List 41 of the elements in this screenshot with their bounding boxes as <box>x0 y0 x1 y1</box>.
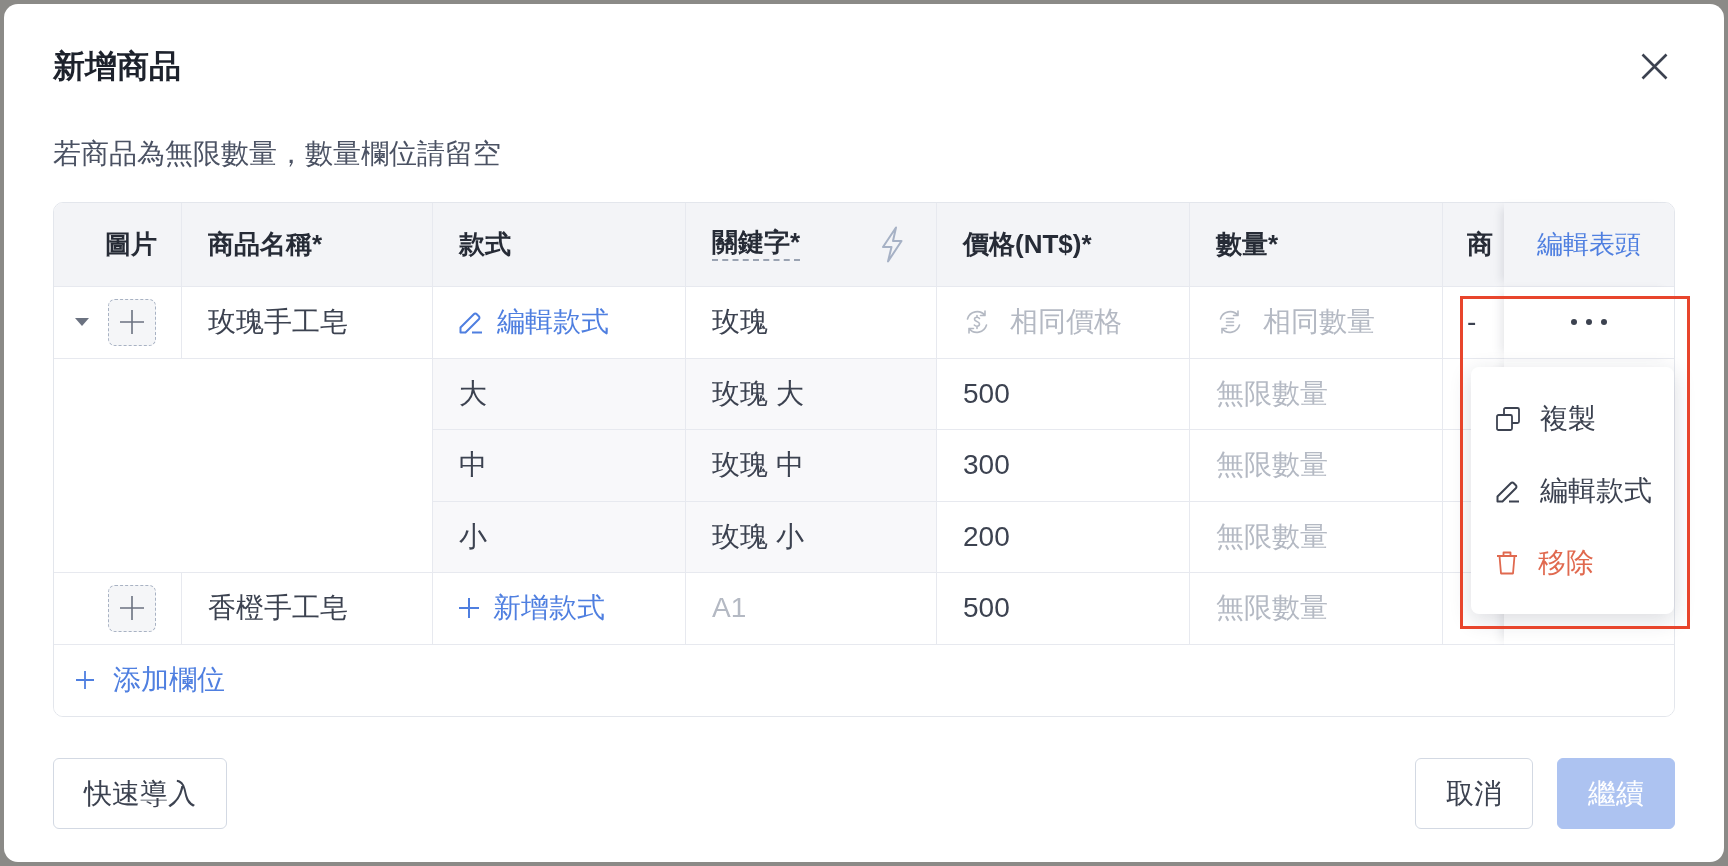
edit-variants-link[interactable]: 編輯款式 <box>459 303 609 342</box>
add-column-link[interactable]: 添加欄位 <box>76 661 225 700</box>
keyword-input[interactable]: 玫瑰 小 <box>686 501 937 573</box>
image-upload-button[interactable] <box>108 298 156 346</box>
price-input[interactable]: 200 <box>937 501 1190 573</box>
plus-icon <box>459 598 479 619</box>
hint-text: 若商品為無限數量，數量欄位請留空 <box>53 137 502 171</box>
menu-item[interactable]: 編輯款式 <box>1471 454 1674 527</box>
table-cell: 玫瑰手工皂 <box>182 287 433 359</box>
keyword-input[interactable]: 玫瑰 <box>686 287 937 359</box>
price-input[interactable]: 300 <box>937 430 1190 502</box>
copy-icon <box>1496 406 1520 431</box>
column-header: 商品名稱* <box>208 228 323 261</box>
quick-import-button[interactable]: 快速導入 <box>53 758 227 829</box>
column-header: 商 <box>1467 228 1493 261</box>
caret-icon[interactable] <box>75 318 89 327</box>
plus-icon <box>120 310 144 335</box>
dialog-title: 新增商品 <box>53 47 181 86</box>
trash-icon <box>1496 550 1518 575</box>
add-variant-link[interactable]: 新增款式 <box>459 589 605 628</box>
column-header: 數量* <box>1216 228 1279 261</box>
table-cell: 小 <box>433 501 686 573</box>
table-cell: 大 <box>433 358 686 430</box>
keyword-input[interactable]: 玫瑰 中 <box>686 430 937 502</box>
price-input[interactable]: 500 <box>937 573 1190 645</box>
price-input[interactable]: 500 <box>937 358 1190 430</box>
more-icon[interactable] <box>1570 318 1608 327</box>
close-icon[interactable] <box>1641 52 1668 80</box>
pencil-icon <box>459 310 483 335</box>
column-header: 價格(NT$)* <box>963 228 1092 261</box>
table-cell: 香橙手工皂 <box>182 573 433 645</box>
keyword-input[interactable]: 玫瑰 大 <box>686 358 937 430</box>
column-header: 款式 <box>459 228 511 261</box>
plus-icon <box>76 671 94 690</box>
column-header: 圖片 <box>105 228 157 261</box>
cancel-button[interactable]: 取消 <box>1415 758 1533 829</box>
column-header: 關鍵字* <box>712 227 801 262</box>
menu-item[interactable]: 複製 <box>1471 382 1674 455</box>
table-cell: 中 <box>433 430 686 502</box>
plus-icon <box>120 596 144 621</box>
image-upload-button[interactable] <box>108 584 156 632</box>
